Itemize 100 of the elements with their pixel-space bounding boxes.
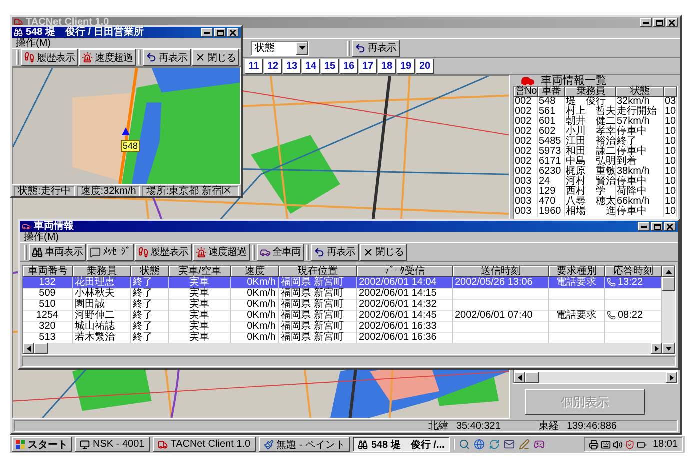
scroll-left-button[interactable]: [23, 343, 34, 354]
toolbar-button[interactable]: 閉じる: [360, 244, 407, 260]
undo-icon: [355, 42, 366, 54]
scroll-up-button[interactable]: [662, 266, 675, 277]
minimize-button[interactable]: [201, 28, 213, 37]
column-header[interactable]: 乗務員: [73, 266, 131, 277]
table-row[interactable]: 320 城山祐誌 終了 実車 0Km/h 福岡県 新宮町 2002/06/01 16:33: [23, 321, 662, 332]
menu-item[interactable]: 操作(M): [24, 232, 59, 242]
maximize-button[interactable]: [653, 18, 665, 27]
refresh-button[interactable]: 再表示: [352, 40, 400, 56]
column-header[interactable]: 実車/空車: [169, 266, 231, 277]
menu-item[interactable]: 操作(M): [16, 38, 51, 48]
column-header[interactable]: [664, 87, 677, 97]
scrollbar-thumb[interactable]: [662, 277, 675, 291]
page-tab[interactable]: 15: [321, 58, 339, 74]
toolbar-button[interactable]: 速度超過: [192, 244, 250, 260]
table-row[interactable]: 510 園田誠 終了 実車 0Km/h 福岡県 新宮町 2002/06/01 14:32: [23, 299, 662, 310]
toolbar-button[interactable]: 履歴表示: [134, 244, 192, 260]
taskbar-button[interactable]: 548 堤 俊行 /...: [353, 437, 450, 452]
battery-icon[interactable]: [636, 440, 647, 450]
table-cell: 西村 学: [565, 187, 616, 197]
page-tab[interactable]: 12: [264, 58, 282, 74]
minimize-button[interactable]: [640, 18, 652, 27]
close-icon: [194, 52, 206, 63]
page-tab[interactable]: 18: [378, 58, 396, 74]
scrollbar-thumb[interactable]: [34, 343, 48, 354]
gamepad-icon[interactable]: [534, 439, 545, 450]
table-row[interactable]: 132 花田理恵 終了 実車 0Km/h 福岡県 新宮町 2002/06/01 14:04 2002/05/26 13:06 電話要求 13:22: [23, 277, 662, 288]
printer-icon[interactable]: [588, 440, 599, 450]
right-arrow-icon: [654, 346, 658, 352]
page-tab[interactable]: 16: [340, 58, 358, 74]
toolbar-button[interactable]: 履歴表示: [21, 49, 78, 66]
table-cell: 園田誠: [73, 299, 131, 311]
globe-icon[interactable]: [474, 439, 485, 450]
table-cell: 002: [514, 117, 538, 127]
search-icon[interactable]: [458, 439, 470, 450]
toolbar-button[interactable]: 全車両: [256, 244, 304, 260]
page-tab[interactable]: 17: [359, 58, 377, 74]
column-header[interactable]: 営No: [514, 87, 538, 97]
column-header[interactable]: 車両番号: [23, 266, 73, 277]
page-tab[interactable]: 19: [397, 58, 415, 74]
horizontal-scrollbar[interactable]: [23, 343, 662, 354]
column-header[interactable]: 状態: [616, 87, 664, 97]
toolbar-button[interactable]: 閉じる: [192, 49, 239, 66]
start-button[interactable]: スタート: [12, 437, 72, 452]
status-dropdown[interactable]: 状態: [251, 40, 309, 56]
taskbar-button[interactable]: NSK - 4001: [75, 437, 150, 452]
scroll-left-button[interactable]: [514, 372, 525, 383]
close-button[interactable]: [227, 28, 239, 37]
scroll-right-button[interactable]: [666, 372, 677, 383]
toolbar-button[interactable]: ﾒｯｾｰｼﾞ: [87, 244, 134, 260]
taskbar-button[interactable]: TACNet Client 1.0: [152, 437, 256, 452]
close-button[interactable]: [666, 18, 678, 27]
page-tab[interactable]: 13: [283, 58, 301, 74]
column-header[interactable]: 要求種別: [549, 266, 605, 277]
column-header[interactable]: 状態: [131, 266, 169, 277]
column-header[interactable]: ﾃﾞｰﾀ受信: [357, 266, 453, 277]
maximize-button[interactable]: [651, 222, 663, 231]
table-cell: [549, 321, 605, 333]
scroll-down-button[interactable]: [662, 343, 675, 354]
column-header[interactable]: 現在位置: [279, 266, 357, 277]
binoculars-icon: [14, 28, 23, 37]
table-cell: 10: [664, 187, 678, 197]
close-button[interactable]: [664, 222, 676, 231]
horizontal-scrollbar[interactable]: [514, 372, 677, 383]
page-tab[interactable]: 14: [302, 58, 320, 74]
mail-icon[interactable]: [504, 439, 515, 450]
table-cell: 32km/h: [616, 97, 664, 107]
table-cell: 走行開始: [616, 107, 664, 117]
toolbar-button[interactable]: 再表示: [311, 244, 358, 260]
status-pane: 速度:32km/h: [76, 186, 140, 196]
scroll-right-button[interactable]: [651, 343, 662, 354]
maximize-button[interactable]: [214, 28, 226, 37]
toolbar-button[interactable]: 速度超過: [79, 49, 136, 66]
column-header[interactable]: 乗務員: [565, 87, 616, 97]
speaker-icon[interactable]: [612, 440, 623, 450]
minimize-button[interactable]: [638, 222, 650, 231]
vertical-scrollbar[interactable]: [662, 266, 675, 354]
toolbar-button[interactable]: 車両表示: [29, 244, 86, 260]
table-cell: 停車中: [616, 147, 664, 157]
page-tab[interactable]: 20: [416, 58, 434, 74]
siren-icon: [196, 246, 206, 258]
table-cell: 荷降中: [616, 187, 664, 197]
column-header[interactable]: 車番: [538, 87, 565, 97]
table-cell: 561: [538, 107, 565, 117]
table-row[interactable]: 1254 河野伸二 終了 実車 0Km/h 福岡県 新宮町 2002/06/01 14:45 2002/06/01 07:40 電話要求 08:22: [23, 310, 662, 321]
column-header[interactable]: 送信時刻: [453, 266, 549, 277]
table-row[interactable]: 509 小林秋夫 終了 実車 0Km/h 福岡県 新宮町 2002/06/01 14:15: [23, 288, 662, 299]
scrollbar-thumb[interactable]: [525, 372, 539, 383]
truck-icon: [158, 440, 168, 450]
taskbar-button[interactable]: 無題 - ペイント: [258, 437, 350, 452]
column-header[interactable]: 応答時刻: [605, 266, 662, 277]
left-arrow-icon: [518, 374, 522, 380]
table-cell: 10: [664, 137, 678, 147]
pen-icon[interactable]: [518, 439, 530, 450]
toolbar-button[interactable]: 再表示: [143, 49, 190, 66]
table-cell: 2002/05/26 13:06: [453, 277, 549, 289]
keyboard-icon[interactable]: [600, 440, 611, 450]
page-tab[interactable]: 11: [245, 58, 263, 74]
column-header[interactable]: 速度: [231, 266, 279, 277]
